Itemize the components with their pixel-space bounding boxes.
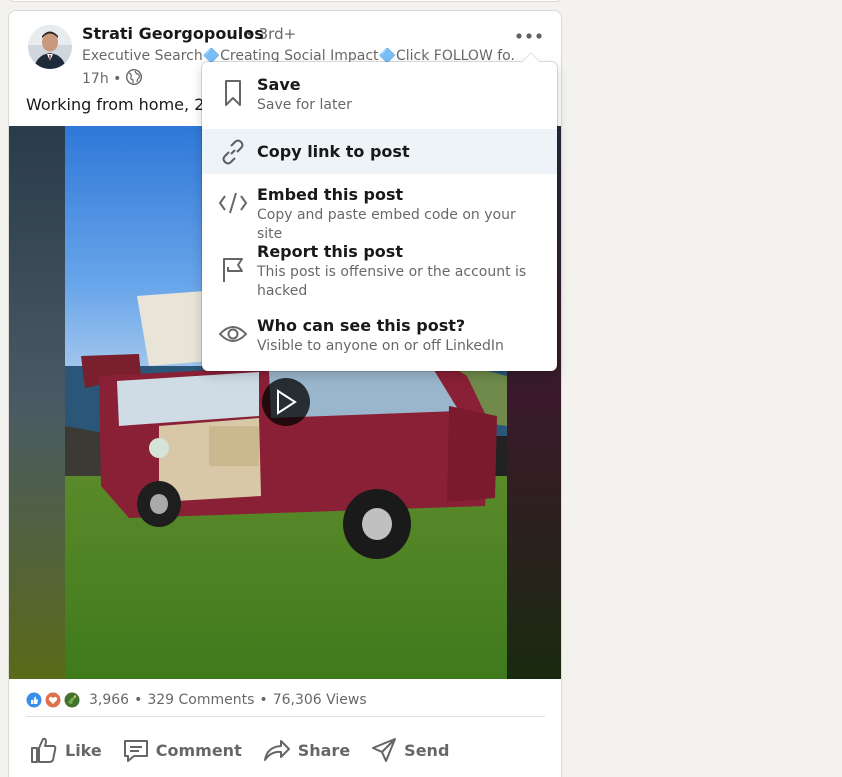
menu-item-report[interactable]: Report this post This post is offensive … (202, 233, 557, 311)
share-button[interactable]: Share (256, 733, 356, 767)
thumbs-up-icon (31, 737, 57, 763)
connection-degree: • 3rd+ (245, 25, 297, 43)
post-options-menu: Save Save for later Copy link to post Em… (202, 52, 557, 371)
comment-button[interactable]: Comment (116, 734, 248, 766)
menu-item-subtitle: This post is offensive or the account is… (257, 264, 527, 299)
count-separator: • (134, 692, 143, 708)
like-button[interactable]: Like (23, 733, 108, 767)
menu-item-subtitle: Visible to anyone on or off LinkedIn (257, 338, 504, 354)
comments-count[interactable]: 329 Comments (147, 692, 254, 708)
more-options-button[interactable] (507, 23, 551, 49)
send-button[interactable]: Send (364, 734, 455, 766)
page-background-right (562, 0, 842, 777)
menu-item-copy-link[interactable]: Copy link to post (202, 129, 557, 174)
menu-item-title: Report this post (257, 242, 403, 261)
love-reaction-icon (45, 692, 61, 708)
comment-icon (123, 740, 148, 762)
menu-item-visibility[interactable]: Who can see this post? Visible to anyone… (202, 311, 557, 371)
menu-item-embed[interactable]: Embed this post Copy and paste embed cod… (202, 174, 557, 242)
share-label: Share (297, 740, 351, 760)
globe-icon (125, 68, 143, 90)
like-label: Like (65, 740, 102, 760)
reaction-icons[interactable] (26, 692, 83, 708)
comment-label: Comment (155, 740, 242, 760)
views-count: 76,306 Views (272, 692, 367, 708)
post-time: 17h • (82, 71, 122, 87)
bookmark-icon (218, 78, 248, 108)
play-button[interactable] (262, 378, 310, 426)
like-reaction-icon (26, 692, 42, 708)
actions-divider (26, 716, 545, 717)
ellipsis-icon (516, 33, 542, 39)
menu-item-save[interactable]: Save Save for later (202, 66, 557, 129)
play-icon (277, 389, 297, 415)
author-avatar[interactable] (28, 25, 72, 69)
link-icon (218, 137, 248, 167)
code-icon (218, 188, 248, 218)
post-timestamp: 17h • (82, 68, 143, 90)
eye-icon (218, 319, 248, 349)
celebrate-reaction-icon (64, 692, 80, 708)
reaction-count[interactable]: 3,966 (89, 692, 129, 708)
menu-item-title: Copy link to post (257, 141, 410, 161)
send-icon (372, 738, 397, 762)
flag-icon (218, 255, 248, 285)
post-text: Working from home, 2 (26, 95, 205, 114)
social-counts: 3,966 • 329 Comments • 76,306 Views (26, 688, 545, 712)
menu-item-title: Embed this post (257, 185, 404, 204)
menu-item-subtitle: Save for later (257, 97, 352, 113)
menu-item-title: Who can see this post? (257, 316, 466, 335)
share-icon (263, 740, 290, 761)
count-separator: • (259, 692, 268, 708)
social-actions-bar: Like Comment Share Send (23, 733, 463, 767)
menu-item-title: Save (257, 75, 301, 94)
send-label: Send (404, 740, 450, 760)
previous-post-card (8, 0, 562, 2)
author-name[interactable]: Strati Georgopoulos (82, 24, 264, 43)
